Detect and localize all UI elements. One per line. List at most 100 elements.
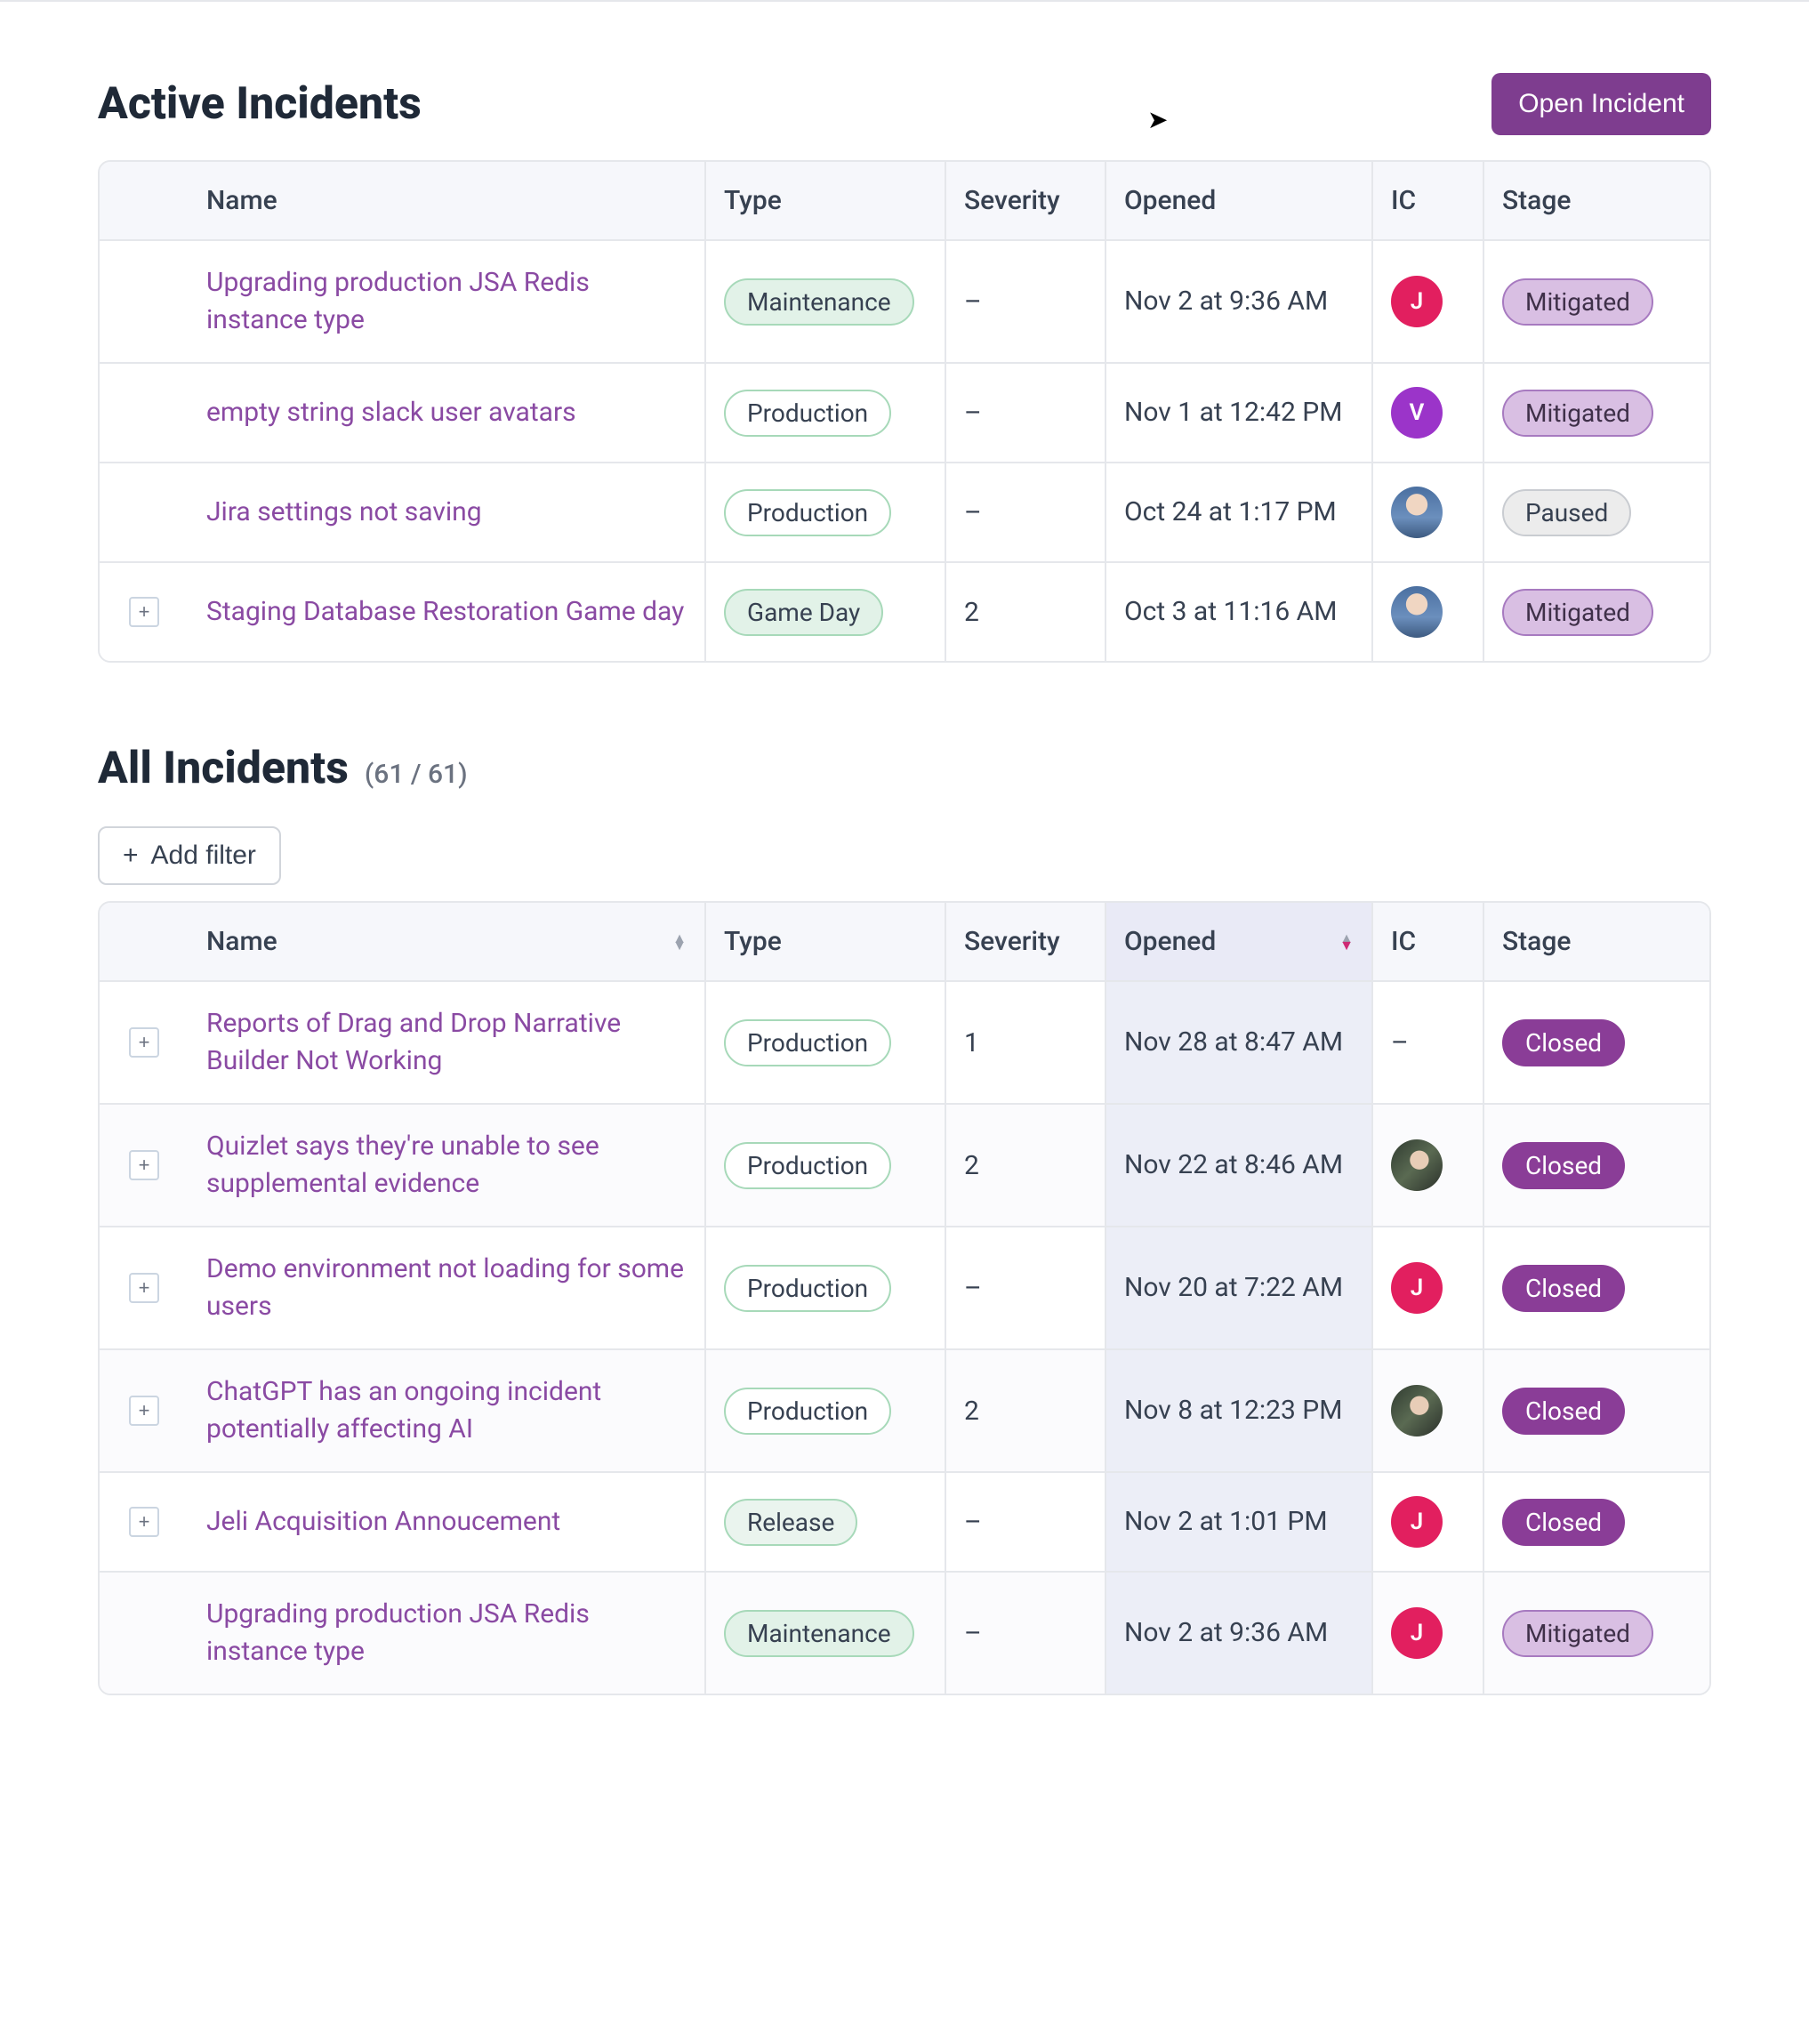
column-ic[interactable]: IC [1371,903,1483,980]
incident-link[interactable]: Reports of Drag and Drop Narrative Build… [206,1005,687,1080]
column-expand [100,903,189,980]
cell-stage: Mitigated [1483,241,1709,362]
cell-name: ChatGPT has an ongoing incident potentia… [189,1350,704,1471]
cell-name: Jeli Acquisition Annoucement [189,1473,704,1571]
avatar-j[interactable]: J [1391,276,1443,327]
severity-value: – [964,398,982,429]
column-severity[interactable]: Severity [945,162,1105,239]
incident-link[interactable]: Staging Database Restoration Game day [206,593,684,631]
cell-ic [1371,1105,1483,1226]
cell-stage: Closed [1483,1105,1709,1226]
table-row: Jira settings not saving Production – Oc… [100,462,1709,561]
column-stage[interactable]: Stage [1483,903,1709,980]
avatar-photo[interactable] [1391,1385,1443,1436]
incident-link[interactable]: ChatGPT has an ongoing incident potentia… [206,1373,687,1448]
cell-expand: + [100,1105,189,1226]
avatar-j[interactable]: J [1391,1496,1443,1548]
incident-link[interactable]: Jeli Acquisition Annoucement [206,1503,560,1541]
sort-icon: ▲▼ [1339,935,1354,949]
cell-name: Upgrading production JSA Redis instance … [189,241,704,362]
table-row: Upgrading production JSA Redis instance … [100,1571,1709,1694]
cell-name: Staging Database Restoration Game day [189,563,704,661]
table-row: + Jeli Acquisition Annoucement Release –… [100,1471,1709,1571]
column-opened-sortable[interactable]: Opened ▲▼ [1105,903,1371,980]
opened-value: Oct 24 at 1:17 PM [1124,495,1337,531]
severity-value: – [964,286,982,318]
table-row: empty string slack user avatars Producti… [100,362,1709,462]
expand-row-button[interactable]: + [129,1027,159,1058]
cell-expand: + [100,563,189,661]
cell-type: Game Day [704,563,945,661]
opened-value: Nov 2 at 9:36 AM [1124,284,1328,320]
open-incident-button[interactable]: Open Incident [1491,73,1711,135]
cell-name: empty string slack user avatars [189,364,704,462]
cell-opened: Nov 2 at 9:36 AM [1105,1573,1371,1694]
cell-ic [1371,1350,1483,1471]
column-ic[interactable]: IC [1371,162,1483,239]
cell-name: Quizlet says they're unable to see suppl… [189,1105,704,1226]
column-name[interactable]: Name [189,162,704,239]
incident-link[interactable]: Upgrading production JSA Redis instance … [206,264,687,339]
type-pill: Production [724,1142,891,1189]
cell-opened: Nov 2 at 1:01 PM [1105,1473,1371,1571]
avatar-v[interactable]: V [1391,387,1443,439]
stage-pill: Closed [1502,1019,1625,1066]
cell-ic: J [1371,1227,1483,1348]
column-name-sortable[interactable]: Name ▲▼ [189,903,704,980]
expand-row-button[interactable]: + [129,1273,159,1303]
column-severity[interactable]: Severity [945,903,1105,980]
type-pill: Maintenance [724,278,914,326]
ic-none: – [1391,1027,1409,1058]
cell-severity: – [945,463,1105,561]
expand-row-button[interactable]: + [129,1507,159,1537]
type-pill: Production [724,489,891,536]
expand-row-button[interactable]: + [129,1396,159,1426]
cell-severity: – [945,1573,1105,1694]
add-filter-label: Add filter [151,841,256,871]
incident-link[interactable]: Upgrading production JSA Redis instance … [206,1596,687,1670]
add-filter-button[interactable]: + Add filter [98,826,281,885]
table-row: + Demo environment not loading for some … [100,1226,1709,1348]
avatar-j[interactable]: J [1391,1262,1443,1314]
severity-value: 2 [964,1150,979,1181]
avatar-photo[interactable] [1391,487,1443,538]
opened-value: Nov 1 at 12:42 PM [1124,395,1342,431]
cell-opened: Nov 20 at 7:22 AM [1105,1227,1371,1348]
column-type[interactable]: Type [704,903,945,980]
column-stage[interactable]: Stage [1483,162,1709,239]
avatar-photo[interactable] [1391,586,1443,638]
type-pill: Release [724,1499,857,1546]
stage-pill: Closed [1502,1142,1625,1189]
all-incidents-count: (61 / 61) [365,759,468,790]
cell-ic: J [1371,1473,1483,1571]
incident-link[interactable]: Demo environment not loading for some us… [206,1251,687,1325]
cell-expand [100,1573,189,1694]
expand-row-button[interactable]: + [129,597,159,627]
cell-expand [100,463,189,561]
cell-ic: J [1371,1573,1483,1694]
incident-link[interactable]: Quizlet says they're unable to see suppl… [206,1128,687,1203]
incident-link[interactable]: Jira settings not saving [206,494,482,531]
all-incidents-table: Name ▲▼ Type Severity Opened ▲▼ IC Stage… [98,901,1711,1695]
cell-severity: 2 [945,563,1105,661]
cell-stage: Closed [1483,1473,1709,1571]
table-row: Upgrading production JSA Redis instance … [100,241,1709,362]
cell-ic: J [1371,241,1483,362]
avatar-photo[interactable] [1391,1139,1443,1191]
avatar-j[interactable]: J [1391,1607,1443,1659]
cell-stage: Paused [1483,463,1709,561]
column-opened[interactable]: Opened [1105,162,1371,239]
type-pill: Production [724,390,891,437]
cell-name: Upgrading production JSA Redis instance … [189,1573,704,1694]
opened-value: Oct 3 at 11:16 AM [1124,594,1337,631]
cell-stage: Closed [1483,982,1709,1103]
column-type[interactable]: Type [704,162,945,239]
cell-type: Production [704,364,945,462]
cell-stage: Mitigated [1483,1573,1709,1694]
opened-value: Nov 20 at 7:22 AM [1124,1270,1343,1307]
expand-row-button[interactable]: + [129,1150,159,1180]
cell-name: Jira settings not saving [189,463,704,561]
incident-link[interactable]: empty string slack user avatars [206,394,576,431]
cell-stage: Mitigated [1483,364,1709,462]
cell-opened: Nov 28 at 8:47 AM [1105,982,1371,1103]
